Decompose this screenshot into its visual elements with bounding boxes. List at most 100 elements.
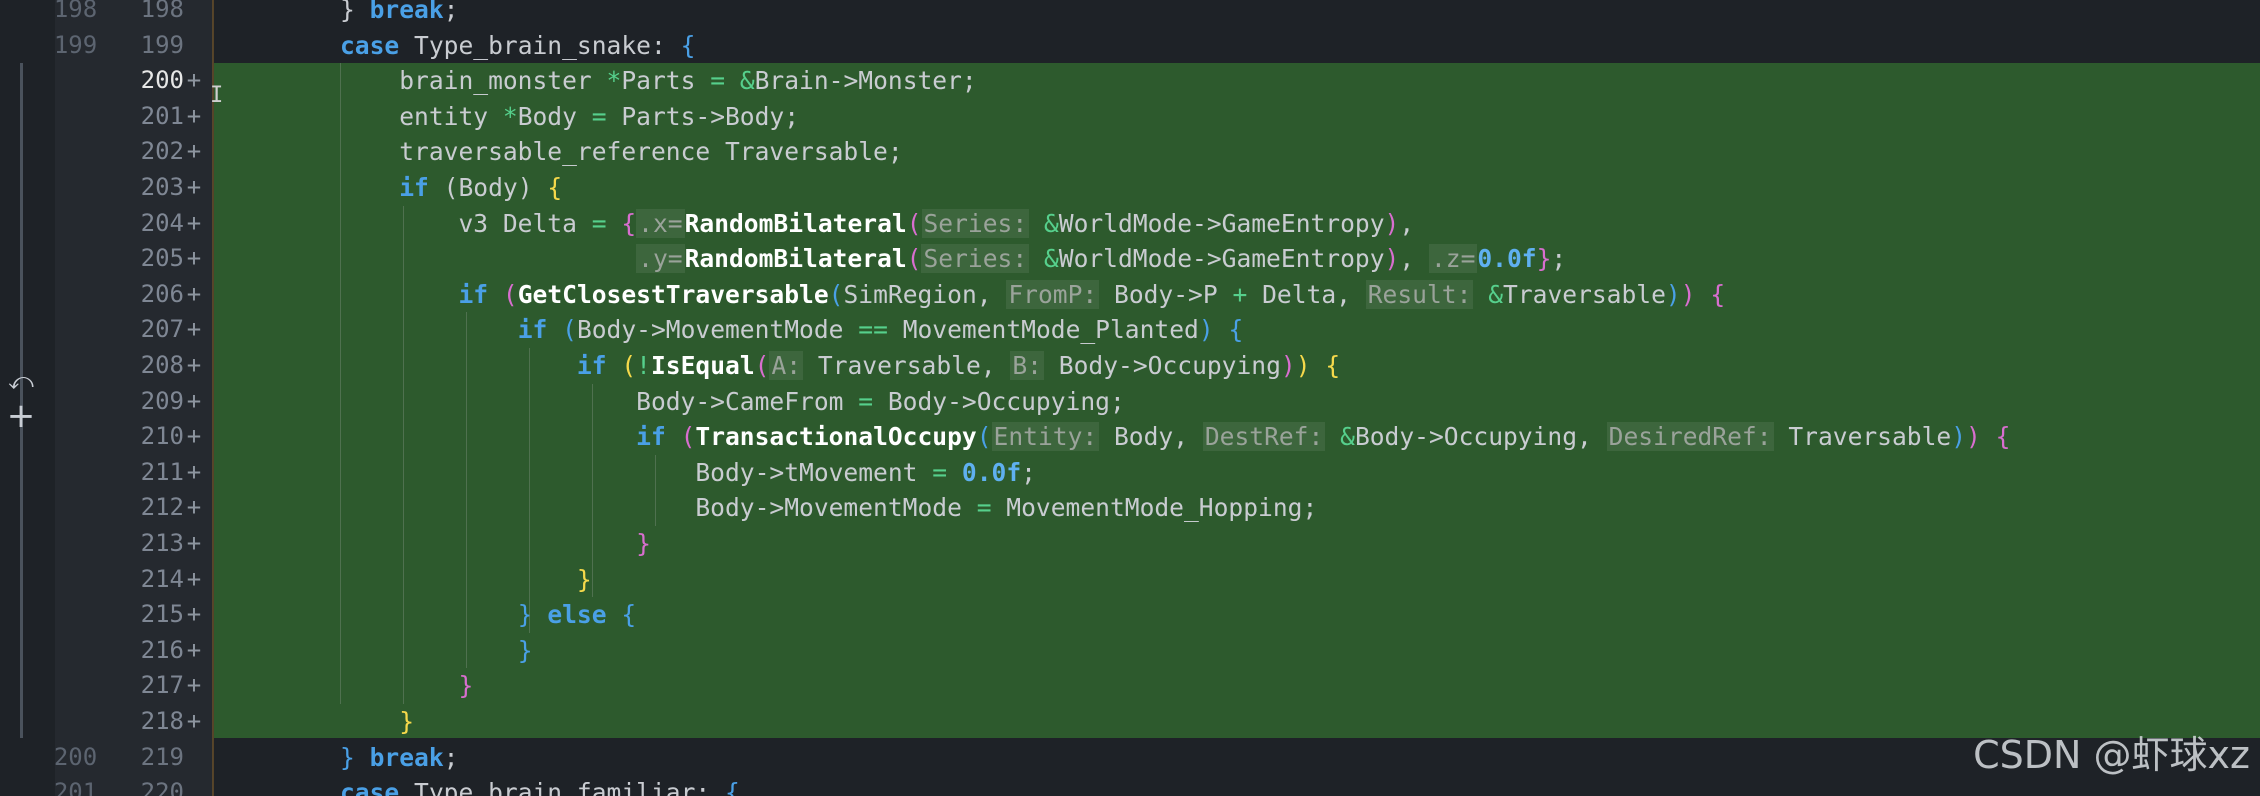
new-line-number[interactable]: 202	[122, 134, 184, 170]
code-token: (	[665, 422, 696, 452]
code-line[interactable]: 205 + .y=RandomBilateral(Series: &WorldMo…	[0, 241, 2260, 277]
code-text[interactable]: entity *Body = Parts->Body;	[340, 99, 799, 135]
code-line[interactable]: 212 + Body->MovementMode = MovementMode_H…	[0, 490, 2260, 526]
code-text[interactable]: }	[340, 526, 651, 562]
code-text[interactable]: Body->CameFrom = Body->Occupying;	[340, 384, 1125, 420]
new-line-number[interactable]: 210	[122, 419, 184, 455]
code-token: if	[458, 279, 489, 309]
code-token: break	[369, 0, 444, 24]
new-line-number[interactable]: 198	[122, 0, 184, 28]
new-line-number[interactable]: 209	[122, 384, 184, 420]
new-line-number[interactable]: 203	[122, 170, 184, 206]
new-line-number[interactable]: 219	[122, 740, 184, 776]
added-line-marker: +	[186, 671, 202, 700]
code-text[interactable]: if (!IsEqual(A: Traversable, B: Body->Oc…	[340, 348, 1340, 384]
new-line-number[interactable]: 208	[122, 348, 184, 384]
code-line[interactable]: 213 + }	[0, 526, 2260, 562]
code-text[interactable]: } break;	[340, 740, 458, 776]
added-line-marker: +	[186, 493, 202, 522]
code-line[interactable]: 201 220 case Type_brain_familiar: {	[0, 775, 2260, 796]
code-line[interactable]: 204 + v3 Delta = {.x=RandomBilateral(Seri…	[0, 206, 2260, 242]
code-line[interactable]: 208 + if (!IsEqual(A: Traversable, B: Bod…	[0, 348, 2260, 384]
code-text[interactable]: }	[340, 704, 414, 740]
new-line-number[interactable]: 216	[122, 633, 184, 669]
code-line[interactable]: 198 198 } break;	[0, 0, 2260, 28]
code-line[interactable]: 199 199 case Type_brain_snake: {	[0, 28, 2260, 64]
new-line-number[interactable]: 212	[122, 490, 184, 526]
code-token: SimRegion,	[843, 279, 1007, 309]
added-line-marker: +	[186, 600, 202, 629]
code-token: )	[1198, 315, 1214, 345]
code-token: MovementMode_Planted	[887, 315, 1199, 345]
code-line[interactable]: 216 + }	[0, 633, 2260, 669]
new-line-number[interactable]: 213	[122, 526, 184, 562]
code-token: )	[1295, 351, 1311, 380]
code-text[interactable]: if (Body->MovementMode == MovementMode_P…	[340, 312, 1244, 348]
new-line-number[interactable]: 214	[122, 562, 184, 598]
code-token: Body	[517, 101, 592, 131]
code-text[interactable]: if (Body) {	[340, 170, 562, 206]
added-line-marker: +	[186, 173, 202, 201]
code-token: break	[369, 742, 444, 772]
code-line[interactable]: 211 + Body->tMovement = 0.0f;	[0, 455, 2260, 491]
code-token: 0.0f	[1477, 244, 1537, 274]
code-line[interactable]: 203 + if (Body) {	[0, 170, 2260, 206]
code-line[interactable]: 210 + if (TransactionalOccupy(Entity: Bod…	[0, 419, 2260, 455]
new-line-number[interactable]: 205	[122, 241, 184, 277]
added-line-marker: +	[186, 244, 202, 273]
code-text[interactable]: } else {	[340, 597, 636, 633]
code-token: Body,	[1099, 422, 1203, 452]
code-text[interactable]: case Type_brain_snake: {	[340, 28, 695, 64]
new-line-number[interactable]: 211	[122, 455, 184, 491]
new-line-number[interactable]: 207	[122, 312, 184, 348]
code-text[interactable]: Body->tMovement = 0.0f;	[340, 455, 1036, 491]
code-line[interactable]: 207 + if (Body->MovementMode == MovementM…	[0, 312, 2260, 348]
new-line-number[interactable]: 218	[122, 704, 184, 740]
code-text[interactable]: Body->MovementMode = MovementMode_Hoppin…	[340, 490, 1317, 526]
code-line[interactable]: 200 219} break;	[0, 740, 2260, 776]
code-line[interactable]: 206 + if (GetClosestTraversable(SimRegion…	[0, 277, 2260, 313]
code-text[interactable]: }	[340, 633, 533, 669]
code-text[interactable]: if (GetClosestTraversable(SimRegion, Fro…	[340, 277, 1725, 313]
code-line[interactable]: 215 + } else {	[0, 597, 2260, 633]
code-token: {	[1710, 279, 1726, 309]
code-token: +	[1232, 279, 1248, 309]
code-line[interactable]: 201 + entity *Body = Parts->Body;	[0, 99, 2260, 135]
code-token: }	[636, 529, 651, 558]
code-line[interactable]: 202 + traversable_reference Traversable;	[0, 134, 2260, 170]
code-editor[interactable]: ⤺ + 198 198} break; 199 199 case Type_brain_…	[0, 0, 2260, 796]
code-text[interactable]: traversable_reference Traversable;	[340, 134, 902, 170]
code-line[interactable]: 209 + Body->CameFrom = Body->Occupying;	[0, 384, 2260, 420]
code-text[interactable]: brain_monster *Parts = &Brain->Monster;	[340, 63, 977, 99]
inlay-hint: A:	[769, 351, 804, 380]
new-line-number[interactable]: 206	[122, 277, 184, 313]
new-line-number[interactable]: 217	[122, 668, 184, 704]
new-line-number[interactable]: 204	[122, 206, 184, 242]
old-line-number: 198	[53, 0, 98, 23]
code-token: entity	[340, 101, 503, 131]
code-text[interactable]: } break;	[340, 0, 458, 28]
code-text[interactable]: .y=RandomBilateral(Series: &WorldMode->G…	[340, 241, 1566, 277]
code-token: if	[517, 315, 548, 345]
new-line-number[interactable]: 201	[122, 99, 184, 135]
code-token: {	[621, 600, 637, 630]
code-text[interactable]: }	[340, 668, 473, 704]
new-line-number[interactable]: 200	[122, 63, 184, 99]
code-line[interactable]: 214 + }	[0, 562, 2260, 598]
inlay-hint: .y=	[636, 244, 685, 274]
code-line[interactable]: 217 + }	[0, 668, 2260, 704]
code-line[interactable]: 218 + }	[0, 704, 2260, 740]
code-text[interactable]: case Type_brain_familiar: {	[340, 775, 740, 796]
code-text[interactable]: v3 Delta = {.x=RandomBilateral(Series: &…	[340, 206, 1414, 242]
code-line[interactable]: 200 + brain_monster *Parts = &Brain->Mons…	[0, 63, 2260, 99]
code-text[interactable]: if (TransactionalOccupy(Entity: Body, De…	[340, 419, 2010, 455]
added-line-marker: +	[186, 707, 202, 735]
new-line-number[interactable]: 215	[122, 597, 184, 633]
code-token: =	[710, 66, 725, 96]
new-line-number[interactable]: 220	[122, 775, 184, 796]
new-line-number[interactable]: 199	[122, 28, 184, 64]
